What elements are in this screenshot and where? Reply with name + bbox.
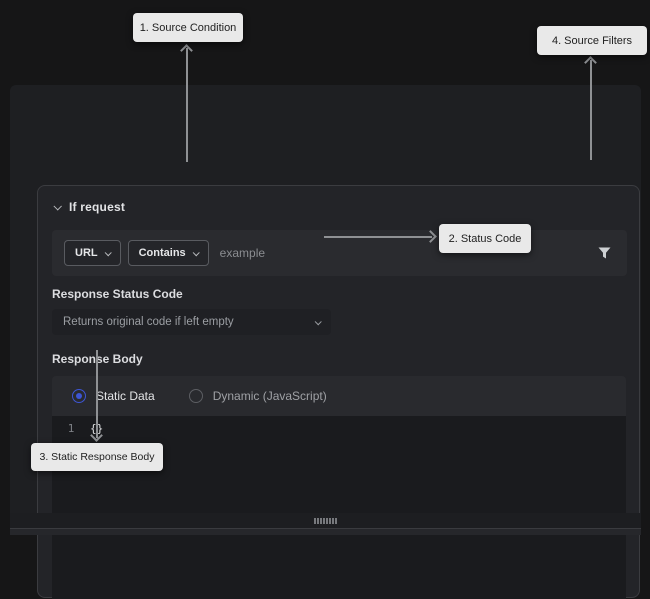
radio-static-data-label: Static Data bbox=[96, 389, 155, 403]
radio-dynamic-js[interactable]: Dynamic (JavaScript) bbox=[188, 389, 327, 403]
source-operator-label: Contains bbox=[138, 247, 186, 259]
radio-static-data[interactable]: Static Data bbox=[72, 389, 155, 403]
arrow-to-status-code bbox=[324, 236, 432, 238]
annotation-static-response-body: 3. Static Response Body bbox=[31, 443, 163, 471]
radio-dynamic-js-label: Dynamic (JavaScript) bbox=[212, 389, 327, 403]
arrowhead-up-icon bbox=[584, 56, 597, 69]
if-request-title: If request bbox=[69, 200, 126, 214]
body-type-radio-group: Static Data Dynamic (JavaScript) bbox=[52, 376, 626, 416]
response-body-container: Static Data Dynamic (JavaScript) 1 {} bbox=[52, 376, 626, 599]
radio-selected-icon[interactable] bbox=[72, 389, 86, 403]
status-code-placeholder: Returns original code if left empty bbox=[63, 316, 234, 328]
code-line: 1 {} bbox=[52, 421, 626, 436]
source-key-label: URL bbox=[75, 247, 98, 259]
radio-unselected-icon[interactable] bbox=[188, 389, 203, 403]
arrow-to-static-response-body bbox=[96, 350, 98, 438]
source-key-selector[interactable]: URL bbox=[64, 240, 121, 266]
response-status-code-label: Response Status Code bbox=[52, 287, 183, 301]
annotation-source-filters: 4. Source Filters bbox=[537, 26, 647, 55]
pane-resize-strip bbox=[10, 513, 641, 528]
chevron-down-icon bbox=[192, 248, 200, 256]
filter-funnel-icon bbox=[598, 247, 610, 259]
annotation-status-code: 2. Status Code bbox=[439, 224, 531, 253]
source-value-input[interactable] bbox=[219, 246, 593, 260]
status-code-select[interactable]: Returns original code if left empty bbox=[52, 309, 331, 335]
line-number: 1 bbox=[67, 422, 75, 435]
source-filters-button[interactable] bbox=[593, 242, 615, 264]
bottom-pane-edge bbox=[10, 528, 641, 535]
annotation-source-condition: 1. Source Condition bbox=[133, 13, 243, 42]
collapse-chevron-icon[interactable] bbox=[53, 202, 62, 211]
screen: If request URL Contains example Response… bbox=[0, 0, 650, 599]
drag-handle-dots[interactable] bbox=[314, 517, 337, 524]
source-operator-selector[interactable]: Contains bbox=[127, 240, 209, 266]
arrow-to-source-condition bbox=[186, 48, 188, 162]
arrow-to-source-filters bbox=[590, 60, 592, 160]
if-request-card: If request URL Contains example Response… bbox=[37, 185, 640, 599]
chevron-down-icon bbox=[314, 317, 322, 325]
if-request-header[interactable]: If request bbox=[53, 196, 126, 218]
arrowhead-up-icon bbox=[180, 44, 193, 57]
chevron-down-icon bbox=[104, 248, 112, 256]
